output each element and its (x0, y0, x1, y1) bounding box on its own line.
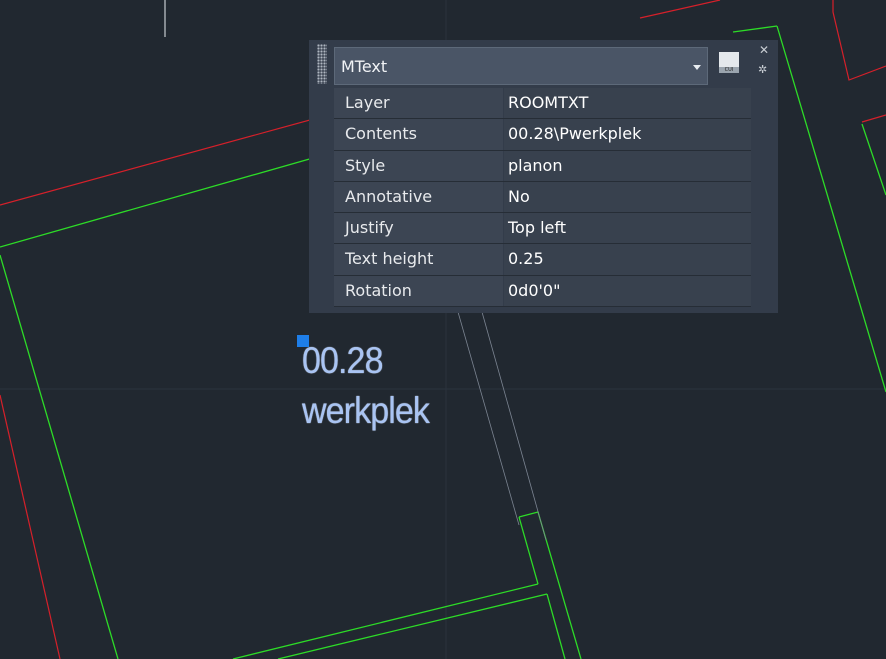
mtext-line-1: 00.28 (302, 340, 384, 381)
property-row-layer[interactable]: Layer ROOMTXT (334, 88, 751, 120)
object-type-label: MText (341, 57, 388, 76)
property-value[interactable]: No (504, 181, 751, 213)
property-value[interactable]: 0d0'0" (504, 275, 751, 307)
property-name: Justify (334, 213, 503, 244)
quick-select-button[interactable]: CUI (716, 51, 742, 76)
property-name: Text height (334, 244, 503, 275)
property-value[interactable]: ROOMTXT (504, 88, 751, 119)
chevron-down-icon (693, 65, 701, 70)
property-value[interactable]: 00.28\Pwerkplek (504, 119, 751, 150)
mtext-line-2: werkplek (302, 390, 430, 431)
settings-icon[interactable]: ✲ (758, 63, 767, 77)
property-value[interactable]: 0.25 (504, 244, 751, 275)
property-name: Layer (334, 88, 503, 119)
property-row-rotation[interactable]: Rotation 0d0'0" (334, 275, 751, 308)
property-row-annotative[interactable]: Annotative No (334, 181, 751, 214)
property-row-style[interactable]: Style planon (334, 150, 751, 182)
properties-table: Layer ROOMTXT Contents 00.28\Pwerkplek S… (334, 88, 751, 308)
mtext-object[interactable]: 00.28 werkplek (302, 336, 430, 436)
property-name: Annotative (334, 181, 503, 213)
quick-select-label: CUI (724, 67, 734, 73)
object-type-dropdown[interactable]: MText (334, 47, 708, 85)
close-icon[interactable]: ✕ (759, 43, 769, 57)
reference-lines (457, 311, 547, 541)
property-name: Style (334, 150, 503, 181)
property-row-justify[interactable]: Justify Top left (334, 213, 751, 245)
property-name: Rotation (334, 275, 503, 307)
property-value[interactable]: planon (504, 150, 751, 181)
property-row-text-height[interactable]: Text height 0.25 (334, 244, 751, 276)
property-name: Contents (334, 119, 503, 150)
property-row-contents[interactable]: Contents 00.28\Pwerkplek (334, 119, 751, 151)
property-value[interactable]: Top left (504, 213, 751, 244)
panel-drag-handle[interactable] (317, 44, 327, 84)
